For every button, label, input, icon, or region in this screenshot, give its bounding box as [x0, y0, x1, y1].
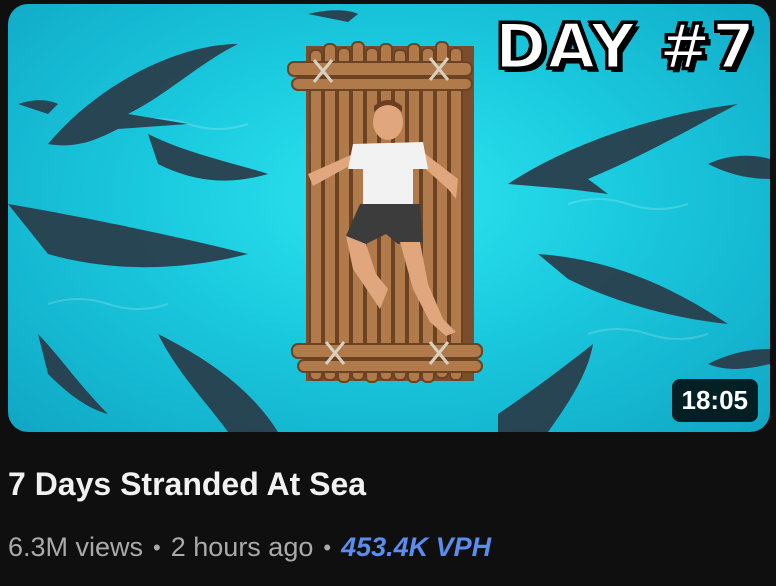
- upload-age: 2 hours ago: [170, 532, 314, 562]
- vph-stat: 453.4K VPH: [341, 532, 492, 562]
- video-metadata: 6.3M views • 2 hours ago • 453.4K VPH: [8, 532, 491, 563]
- video-card[interactable]: DAY #7 18:05 7 Days Stranded At Sea 6.3M…: [0, 0, 776, 586]
- video-thumbnail[interactable]: DAY #7 18:05: [8, 4, 770, 432]
- duration-badge: 18:05: [671, 379, 758, 422]
- view-count: 6.3M views: [8, 532, 144, 562]
- video-title[interactable]: 7 Days Stranded At Sea: [8, 466, 366, 503]
- meta-separator: •: [153, 534, 161, 560]
- thumbnail-overlay-text: DAY #7: [493, 9, 756, 85]
- meta-separator: •: [323, 534, 332, 560]
